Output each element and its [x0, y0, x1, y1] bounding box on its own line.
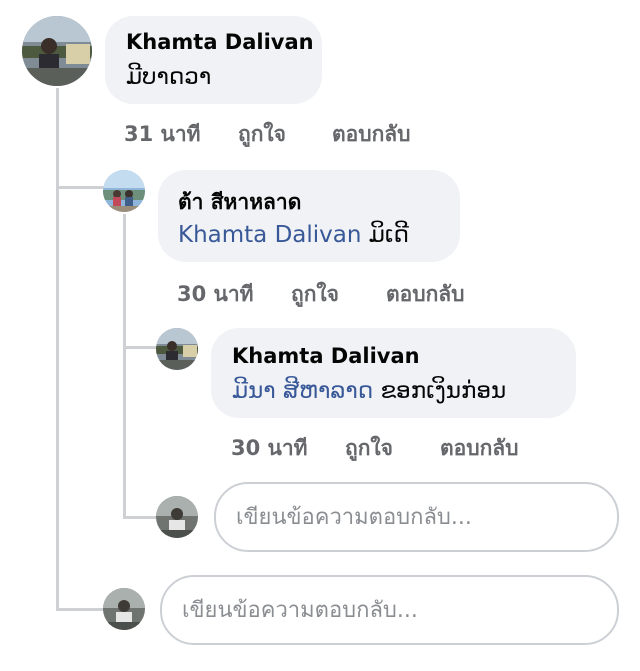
comment-text-body: ມິເດີ	[368, 222, 409, 248]
reply-button[interactable]: ตอบกลับ	[332, 118, 411, 151]
mention-link[interactable]: ມີນາ ສີຫາລາດ	[232, 378, 373, 404]
mention-link[interactable]: Khamta Dalivan	[178, 222, 361, 248]
comment-actions: 30 นาที ถูกใจ ตอบกลับ	[0, 432, 640, 462]
comment-actions: 31 นาที ถูกใจ ตอบกลับ	[0, 118, 640, 148]
thread-line-main-branch-1	[56, 186, 104, 189]
thread-line-nested-branch-1	[123, 346, 157, 349]
comment-bubble	[211, 328, 576, 418]
comment-time: 30 นาที	[177, 282, 254, 306]
thread-line-main	[56, 88, 59, 610]
thread-line-main-branch-2	[56, 608, 104, 611]
avatar[interactable]	[22, 16, 92, 86]
comment-author[interactable]: Khamta Dalivan	[232, 344, 420, 368]
comment-actions: 30 นาที ถูกใจ ตอบกลับ	[0, 278, 640, 308]
comment-author[interactable]: Khamta Dalivan	[126, 30, 314, 54]
comment-text: ມີບາດວາ	[126, 64, 212, 90]
thread-line-nested	[123, 214, 126, 518]
avatar[interactable]	[103, 170, 145, 212]
comment-text: ມີນາ ສີຫາລາດ ຂອກເງິນກ່ອນ	[232, 378, 506, 404]
avatar	[103, 588, 145, 630]
avatar	[156, 496, 198, 538]
like-button[interactable]: ถูกใจ	[238, 118, 286, 151]
comment-time: 30 นาที	[231, 436, 308, 460]
reply-input[interactable]	[160, 575, 619, 645]
thread-line-nested-branch-2	[123, 516, 157, 519]
avatar[interactable]	[156, 328, 198, 370]
reply-button[interactable]: ตอบกลับ	[386, 278, 465, 311]
comment-author[interactable]: ต้า สีหาหลาด	[178, 186, 301, 219]
comment-text: Khamta Dalivan ມິເດີ	[178, 222, 409, 248]
comment-text-body: ຂອກເງິນກ່ອນ	[380, 378, 507, 404]
reply-input[interactable]	[214, 482, 619, 552]
comment-time: 31 นาที	[124, 122, 201, 146]
like-button[interactable]: ถูกใจ	[291, 278, 339, 311]
reply-button[interactable]: ตอบกลับ	[440, 432, 519, 465]
like-button[interactable]: ถูกใจ	[345, 432, 393, 465]
